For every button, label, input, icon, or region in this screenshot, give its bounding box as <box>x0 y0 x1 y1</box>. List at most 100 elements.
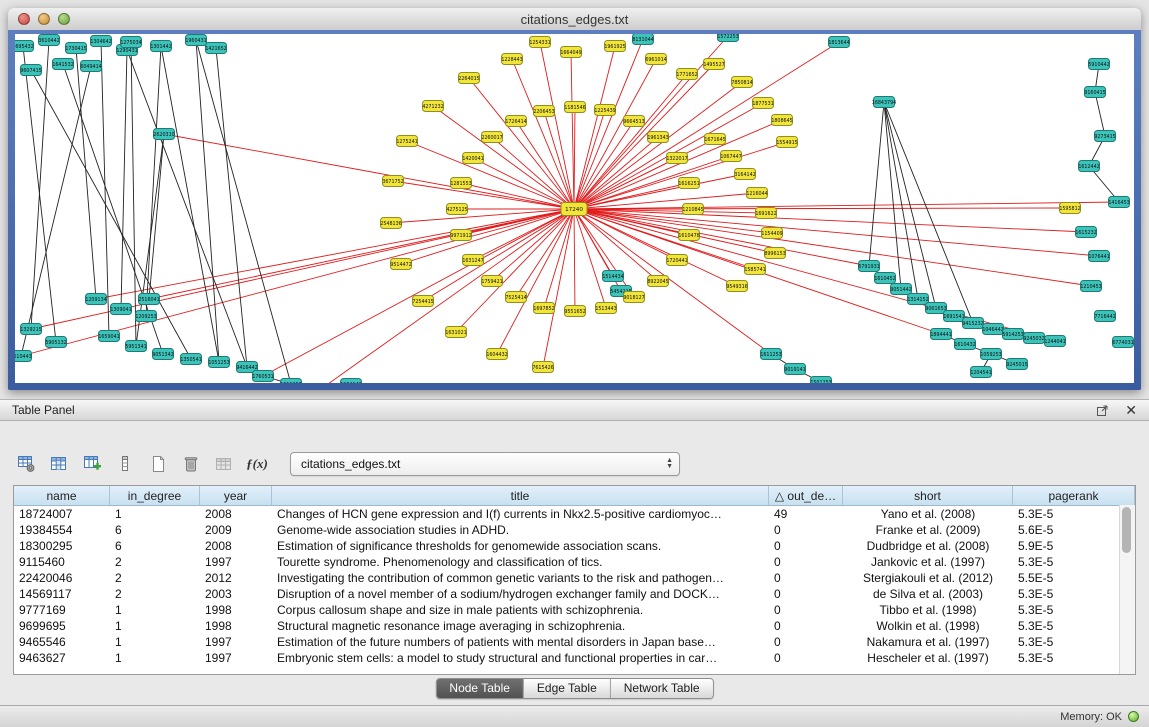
table-row[interactable]: 946554611997Estimation of the future num… <box>14 634 1135 650</box>
graph-node[interactable]: 2206453 <box>533 106 554 117</box>
graph-node[interactable]: 9549316 <box>726 281 747 292</box>
graph-node[interactable]: 1275034 <box>120 37 141 48</box>
trash-icon[interactable] <box>179 452 203 476</box>
graph-node[interactable]: 1209253 <box>135 311 156 322</box>
column-header-title[interactable]: title <box>272 486 769 505</box>
graph-node[interactable]: 9019141 <box>784 364 805 375</box>
graph-node[interactable]: 1697852 <box>533 303 554 314</box>
graph-node[interactable]: 1301442 <box>150 41 171 52</box>
graph-node[interactable]: 16843794 <box>872 97 896 108</box>
graph-node[interactable]: 9415232 <box>962 318 983 329</box>
graph-node[interactable]: 1759421 <box>481 276 502 287</box>
zoom-button[interactable] <box>58 13 70 25</box>
table-selector-combobox[interactable]: citations_edges.txt ▲▼ <box>290 452 680 476</box>
new-document-icon[interactable] <box>146 452 170 476</box>
graph-node[interactable]: 6791931 <box>858 261 879 272</box>
graph-node[interactable]: 1595812 <box>1059 203 1080 214</box>
graph-node[interactable]: 5951341 <box>125 341 146 352</box>
graph-node[interactable]: 1631247 <box>462 255 483 266</box>
graph-node[interactable]: 6774031 <box>1112 337 1133 348</box>
graph-node[interactable]: 1760531 <box>252 371 273 382</box>
tab-edge-table[interactable]: Edge Table <box>523 679 610 698</box>
graph-node[interactable]: 1610432 <box>954 339 975 350</box>
table-options-icon[interactable] <box>14 452 38 476</box>
graph-node[interactable]: 1615232 <box>1075 227 1096 238</box>
graph-node[interactable]: 2516041 <box>138 294 159 305</box>
graph-node[interactable]: 1585741 <box>744 264 765 275</box>
column-header-in_degree[interactable]: in_degree <box>110 486 200 505</box>
graph-node[interactable]: 1181546 <box>564 102 585 113</box>
graph-node[interactable]: 1671645 <box>704 134 725 145</box>
graph-node[interactable]: 9245015 <box>1006 359 1027 370</box>
graph-node[interactable]: 1216044 <box>746 188 767 199</box>
table-row[interactable]: 1456911722003Disruption of a novel membe… <box>14 586 1135 602</box>
graph-node[interactable]: 1612442 <box>1078 161 1099 172</box>
citation-graph[interactable]: 1695432361044217304151304642129043196074… <box>15 34 1134 383</box>
graph-node[interactable]: 7254415 <box>412 296 433 307</box>
graph-node[interactable]: 1960431 <box>185 35 206 46</box>
graph-node[interactable]: 1659041 <box>98 331 119 342</box>
graph-node[interactable]: 1225439 <box>594 105 615 116</box>
graph-node[interactable]: 1275241 <box>396 136 417 147</box>
graph-node[interactable]: 4275125 <box>446 204 467 215</box>
graph-node[interactable]: 1691541 <box>943 311 964 322</box>
table-row[interactable]: 2242004622012Investigating the contribut… <box>14 570 1135 586</box>
graph-node[interactable]: 1209134 <box>85 294 106 305</box>
graph-node[interactable]: 9051442 <box>890 284 911 295</box>
graph-node[interactable]: 1720441 <box>666 255 687 266</box>
add-column-icon[interactable] <box>80 452 104 476</box>
graph-node[interactable]: 1572253 <box>717 34 738 42</box>
graph-node[interactable]: 1210453 <box>1080 281 1101 292</box>
graph-node[interactable]: 1254331 <box>529 37 550 48</box>
graph-node[interactable]: 1961343 <box>647 132 668 143</box>
graph-node[interactable]: 1611253 <box>280 379 301 384</box>
graph-node[interactable]: 8131044 <box>632 34 653 45</box>
graph-node[interactable]: 7525414 <box>505 292 526 303</box>
graph-node[interactable]: 1513443 <box>595 303 616 314</box>
graph-node[interactable]: 9273415 <box>1094 131 1115 142</box>
table-row[interactable]: 946362711997Embryonic stem cells: a mode… <box>14 650 1135 666</box>
table-scrollbar[interactable] <box>1119 505 1135 674</box>
graph-node[interactable]: 1813644 <box>828 37 849 48</box>
graph-node[interactable]: 1501253 <box>810 377 831 384</box>
tab-network-table[interactable]: Network Table <box>610 679 713 698</box>
graph-node[interactable]: 1244041 <box>1044 336 1065 347</box>
column-header-out_de[interactable]: △ out_de… <box>769 486 843 505</box>
minimize-button[interactable] <box>38 13 50 25</box>
graph-node[interactable]: 9971912 <box>450 230 471 241</box>
column-header-pagerank[interactable]: pagerank <box>1013 486 1135 505</box>
graph-node[interactable]: 1281553 <box>450 178 471 189</box>
graph-node[interactable]: 3610442 <box>38 35 59 46</box>
graph-node[interactable]: 8922045 <box>647 276 668 287</box>
graph-node[interactable]: 1554915 <box>776 137 797 148</box>
column-header-name[interactable]: name <box>14 486 110 505</box>
graph-node[interactable]: 9245032 <box>1023 333 1044 344</box>
graph-node[interactable]: 7716442 <box>1094 311 1115 322</box>
graph-node[interactable]: 1610478 <box>678 230 699 241</box>
graph-node[interactable]: 1631021 <box>445 327 466 338</box>
table-row[interactable]: 1938455462009Genome-wide association stu… <box>14 522 1135 538</box>
graph-node[interactable]: 9664513 <box>623 116 644 127</box>
graph-node[interactable]: 2548136 <box>380 218 401 229</box>
graph-node[interactable]: 1877531 <box>752 98 773 109</box>
graph-node[interactable]: 4271232 <box>422 101 443 112</box>
graph-node[interactable]: 1730415 <box>65 43 86 54</box>
graph-node[interactable]: 7850814 <box>731 77 752 88</box>
graph-node[interactable]: 9514472 <box>390 259 411 270</box>
graph-node[interactable]: 5910442 <box>1088 59 1109 70</box>
graph-node[interactable]: 1204541 <box>970 367 991 378</box>
window-titlebar[interactable]: citations_edges.txt <box>8 8 1141 31</box>
scrollbar-thumb[interactable] <box>1122 507 1131 553</box>
table-row[interactable]: 1872400712008Changes of HCN gene express… <box>14 506 1135 522</box>
graph-node[interactable]: 1228443 <box>501 54 522 65</box>
graph-node[interactable]: 1309041 <box>110 304 131 315</box>
table-row[interactable]: 1830029562008Estimation of significance … <box>14 538 1135 554</box>
graph-node[interactable]: 5914253 <box>1002 329 1023 340</box>
graph-node[interactable]: 1420041 <box>462 153 483 164</box>
select-columns-icon[interactable] <box>47 452 71 476</box>
graph-node[interactable]: 1695432 <box>15 41 34 52</box>
graph-node[interactable]: 1610443 <box>15 351 32 362</box>
graph-node[interactable]: 1046442 <box>982 324 1003 335</box>
graph-node[interactable]: 8996153 <box>764 248 785 259</box>
graph-node[interactable]: 1495527 <box>703 59 724 70</box>
